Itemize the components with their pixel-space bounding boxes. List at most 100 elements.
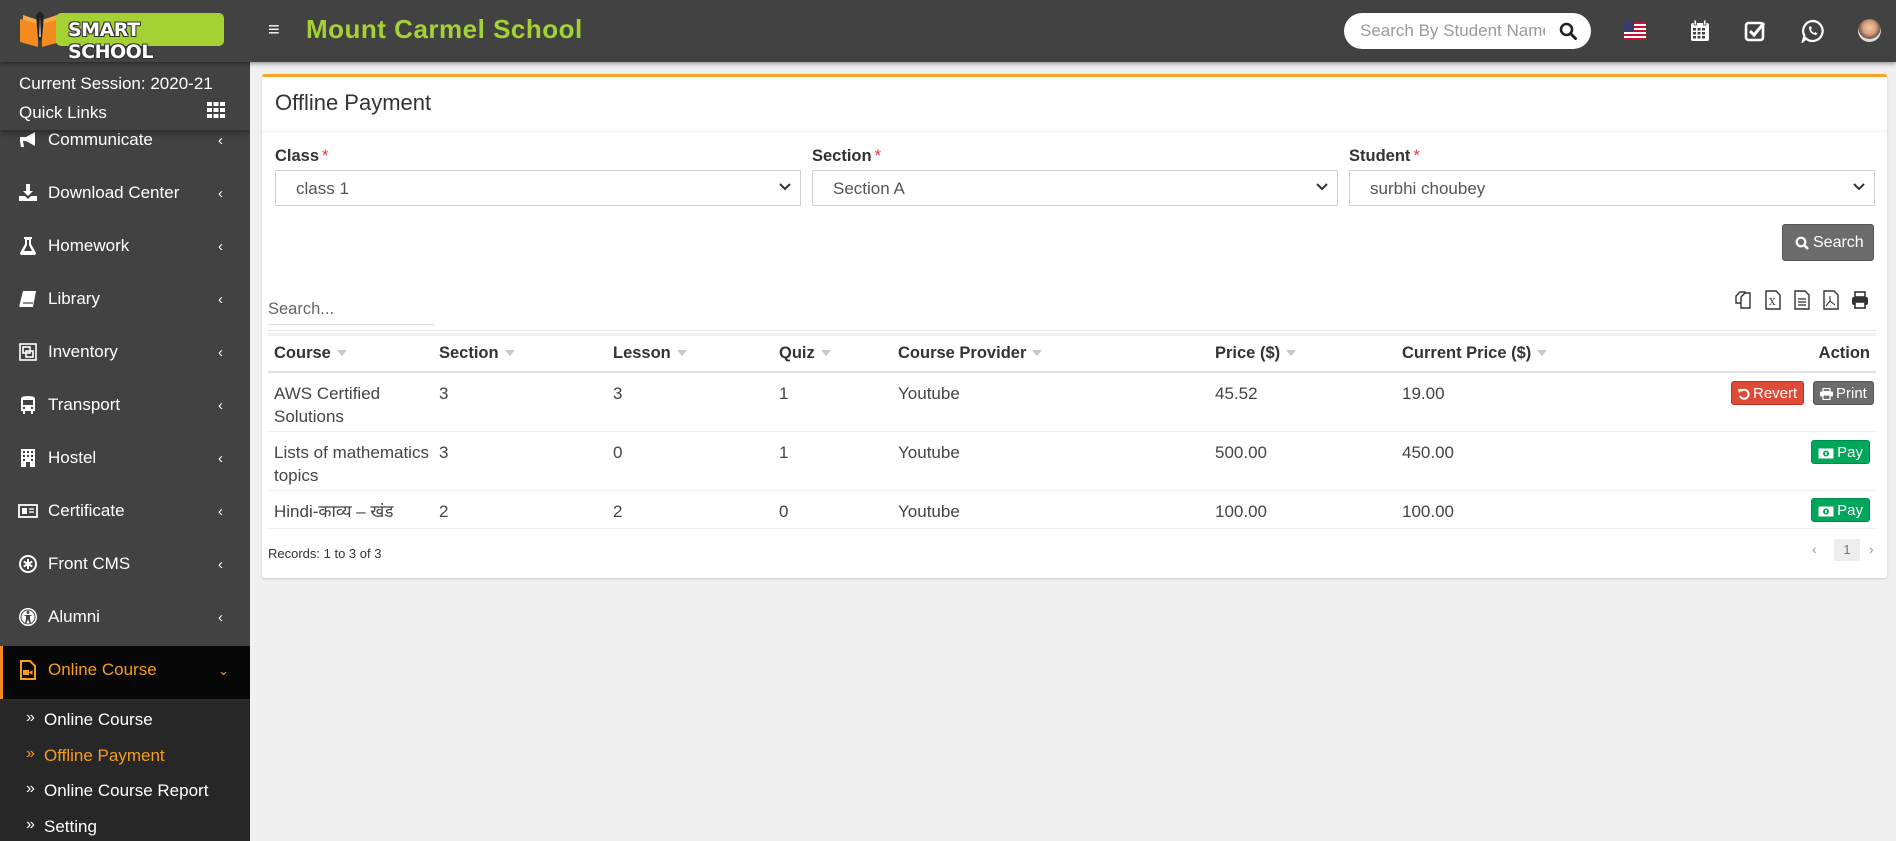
sidebar-item-transport[interactable]: Transport ‹ (0, 381, 250, 434)
file-video-icon (20, 660, 36, 680)
current-session[interactable]: Current Session: 2020-21 (19, 74, 213, 94)
double-chevron-icon: » (26, 744, 35, 762)
table-row: Lists of mathematics topics 3 0 1 Youtub… (268, 432, 1876, 491)
cell-current-price: 100.00 (1402, 502, 1454, 521)
table-row: AWS Certified Solutions 3 3 1 Youtube 45… (268, 373, 1876, 432)
revert-button[interactable]: Revert (1731, 381, 1805, 405)
pay-button[interactable]: Pay (1811, 440, 1870, 464)
school-name: Mount Carmel School (306, 14, 583, 44)
column-header-course-provider[interactable]: Course Provider (898, 344, 1043, 363)
pdf-icon[interactable] (1822, 290, 1840, 310)
quick-links[interactable]: Quick Links (19, 103, 107, 123)
menu-toggle-icon[interactable]: ≡ (268, 19, 280, 41)
user-avatar[interactable] (1858, 19, 1881, 42)
pagination-next[interactable]: › (1869, 541, 1874, 557)
print-icon[interactable] (1851, 290, 1869, 310)
column-header-section[interactable]: Section (439, 344, 515, 363)
sidebar-item-library[interactable]: Library ‹ (0, 275, 250, 328)
cell-provider: Youtube (898, 384, 960, 403)
logo-text: SMART SCHOOL (68, 19, 153, 63)
check-square-icon[interactable] (1743, 19, 1767, 43)
column-header-lesson[interactable]: Lesson (613, 344, 687, 363)
cell-course: Lists of mathematics topics (274, 443, 429, 485)
section-label: Section * (812, 147, 882, 165)
copy-icon[interactable] (1734, 290, 1752, 310)
money-icon (1818, 506, 1834, 517)
chevron-left-icon: ‹ (218, 609, 223, 626)
bus-icon (21, 396, 35, 414)
sidebar-item-certificate[interactable]: Certificate ‹ (0, 487, 250, 540)
column-header-course[interactable]: Course (274, 344, 347, 363)
pay-button[interactable]: Pay (1811, 498, 1870, 522)
search-button[interactable]: Search (1782, 224, 1874, 261)
bullhorn-icon (20, 132, 35, 147)
chevron-left-icon: ‹ (218, 238, 223, 255)
us-flag-icon[interactable] (1624, 22, 1646, 40)
newspaper-icon (18, 504, 38, 518)
submenu-item-offline-payment[interactable]: » Offline Payment (0, 739, 250, 775)
sidebar-menu: Communicate ‹ Download Center ‹ Homework ‹ … (0, 116, 250, 841)
smart-school-logo[interactable]: SMART SCHOOL (18, 11, 224, 63)
student-select[interactable]: surbhi choubey (1349, 170, 1875, 206)
student-search-input[interactable] (1360, 13, 1545, 49)
print-button[interactable]: Print (1813, 381, 1874, 405)
csv-icon[interactable] (1793, 290, 1811, 310)
sidebar-item-alumni[interactable]: Alumni ‹ (0, 593, 250, 646)
grid-icon[interactable] (207, 102, 225, 118)
building-icon (21, 449, 35, 467)
cell-provider: Youtube (898, 443, 960, 462)
column-header-current-price[interactable]: Current Price ($) (1402, 344, 1548, 363)
undo-icon (1738, 388, 1750, 400)
class-select[interactable]: class 1 (275, 170, 801, 206)
chevron-left-icon: ‹ (218, 132, 223, 149)
chevron-left-icon: ‹ (218, 185, 223, 202)
calendar-icon[interactable] (1688, 19, 1712, 43)
chevron-left-icon: ‹ (218, 556, 223, 573)
sidebar-item-hostel[interactable]: Hostel ‹ (0, 434, 250, 487)
chevron-left-icon: ‹ (218, 344, 223, 361)
session-panel: Current Session: 2020-21 Quick Links (0, 62, 250, 130)
cell-current-price: 19.00 (1402, 384, 1445, 403)
submenu-item-setting[interactable]: » Setting (0, 810, 250, 841)
table-row: Hindi-काव्य – खंड 2 2 0 Youtube 100.00 1… (268, 491, 1876, 529)
divider (268, 330, 1876, 331)
cell-lesson: 0 (613, 443, 623, 462)
online-course-submenu: » Online Course » Offline Payment » Online … (0, 699, 250, 841)
cell-price: 100.00 (1215, 502, 1267, 521)
asterisk-circle-icon (19, 555, 37, 573)
cell-section: 2 (439, 502, 449, 521)
chevron-down-icon (1316, 183, 1328, 191)
chevron-down-icon (1853, 183, 1865, 191)
column-header-quiz[interactable]: Quiz (779, 344, 831, 363)
print-icon (1820, 387, 1833, 401)
submenu-item-online-course[interactable]: » Online Course (0, 703, 250, 739)
sidebar-item-online-course[interactable]: Online Course ⌄ (0, 646, 250, 699)
cell-lesson: 2 (613, 502, 623, 521)
pagination-prev[interactable]: ‹ (1812, 541, 1817, 557)
chevron-left-icon: ‹ (218, 450, 223, 467)
search-icon[interactable] (1559, 22, 1577, 40)
book-icon (19, 291, 36, 307)
sidebar-item-front-cms[interactable]: Front CMS ‹ (0, 540, 250, 593)
student-search-box (1344, 13, 1591, 49)
whatsapp-icon[interactable] (1801, 19, 1825, 43)
divider (262, 131, 1887, 132)
cell-quiz: 1 (779, 443, 789, 462)
section-select[interactable]: Section A (812, 170, 1338, 206)
cell-course: Hindi-काव्य – खंड (274, 502, 394, 521)
cell-section: 3 (439, 384, 449, 403)
sidebar-item-inventory[interactable]: Inventory ‹ (0, 328, 250, 381)
sidebar-item-homework[interactable]: Homework ‹ (0, 222, 250, 275)
money-icon (1818, 448, 1834, 459)
class-label: Class * (275, 147, 329, 165)
cell-section: 3 (439, 443, 449, 462)
cell-price: 500.00 (1215, 443, 1267, 462)
pagination-page-1[interactable]: 1 (1834, 539, 1860, 561)
table-search-input[interactable] (268, 295, 435, 325)
excel-icon[interactable]: X (1764, 290, 1782, 310)
sidebar-item-download-center[interactable]: Download Center ‹ (0, 169, 250, 222)
student-label: Student * (1349, 147, 1420, 165)
double-chevron-icon: » (26, 815, 35, 833)
column-header-price[interactable]: Price ($) (1215, 344, 1297, 363)
submenu-item-online-course-report[interactable]: » Online Course Report (0, 774, 250, 810)
